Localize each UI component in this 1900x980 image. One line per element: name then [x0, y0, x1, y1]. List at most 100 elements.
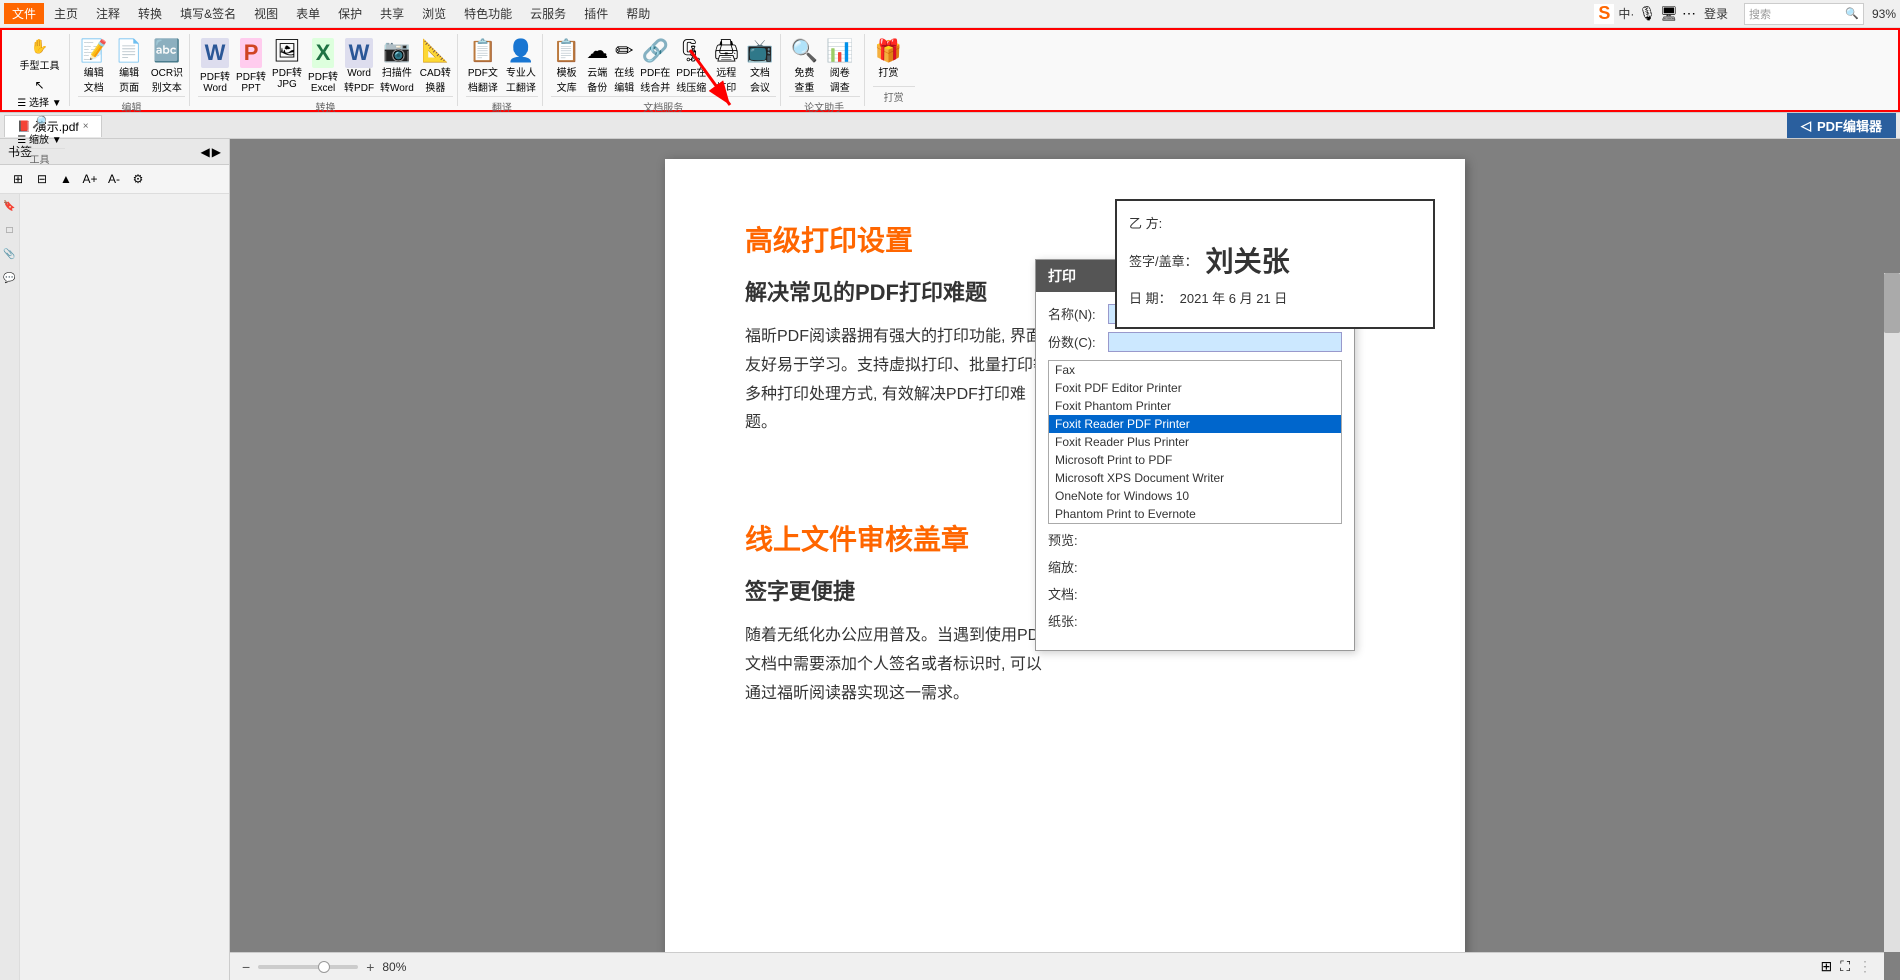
pdf-page: 高级打印设置 解决常见的PDF打印难题 福昕PDF阅读器拥有强大的打印功能, 界…: [665, 159, 1465, 960]
scroll-thumb[interactable]: [1884, 273, 1900, 333]
vertical-scrollbar[interactable]: [1884, 273, 1900, 952]
cad-convert-label: CAD转换器: [420, 64, 451, 94]
sig-party-label: 乙 方:: [1129, 213, 1162, 232]
edit-page-btn[interactable]: 📄 编辑页面: [113, 36, 144, 96]
sidebar-nav-btn[interactable]: ◀: [201, 145, 210, 159]
online-edit-btn[interactable]: ✏ 在线编辑: [612, 36, 636, 96]
zoom-tool-btn[interactable]: 🔎 ☰ 缩放 ▼: [14, 113, 65, 148]
menu-item-share[interactable]: 共享: [372, 3, 412, 24]
sohu-s-icon: S: [1594, 4, 1614, 24]
template-lib-btn[interactable]: 📋 模板文库: [551, 36, 582, 96]
pdf-to-excel-icon: X: [312, 38, 335, 68]
hand-tool-btn[interactable]: ✋ 手型工具: [14, 36, 65, 74]
survey-icon: 📊: [826, 38, 853, 64]
sidebar-toolbar: ⊞ ⊟ ▲ A+ A- ⚙: [0, 165, 229, 194]
search-box[interactable]: 搜索 🔍: [1744, 3, 1864, 25]
login-btn[interactable]: 登录: [1704, 5, 1728, 22]
print-dropdown-item-phantom[interactable]: Foxit Phantom Printer: [1049, 397, 1341, 415]
menu-item-sign[interactable]: 填写&签名: [172, 3, 244, 24]
print-dropdown-item-xps[interactable]: Microsoft XPS Document Writer: [1049, 469, 1341, 487]
sig-name-label: 签字/盖章：: [1129, 251, 1198, 270]
template-lib-icon: 📋: [553, 38, 580, 64]
sidebar-layers-icon[interactable]: □: [2, 222, 18, 238]
cloud-backup-icon: ☁: [586, 38, 608, 64]
sidebar-tool-collapse-icon[interactable]: ⊟: [32, 169, 52, 189]
menu-bar: 文件 主页 注释 转换 填写&签名 视图 表单 保护 共享 浏览 特色功能 云服…: [0, 0, 1900, 28]
fit-page-btn[interactable]: ⊞: [1820, 958, 1832, 975]
sidebar-content: 🔖 □ 📎 💬: [0, 194, 229, 980]
print-dropdown-item-reader-plus[interactable]: Foxit Reader Plus Printer: [1049, 433, 1341, 451]
tools-group-label: 工具: [14, 148, 65, 166]
pdf-to-word-btn[interactable]: W PDF转Word: [198, 36, 232, 96]
zoom-minus-btn[interactable]: −: [242, 959, 250, 975]
pdf-merge-icon: 🔗: [642, 38, 669, 64]
cloud-backup-btn[interactable]: ☁ 云端备份: [584, 36, 610, 96]
menu-item-protect[interactable]: 保护: [330, 3, 370, 24]
pro-translate-btn[interactable]: 👤 专业人工翻译: [504, 36, 538, 96]
menu-item-annotate[interactable]: 注释: [88, 3, 128, 24]
plagcheck-btn[interactable]: 🔍 免费查重: [789, 36, 820, 96]
pdf-editor-btn[interactable]: ◁ PDF编辑器: [1787, 113, 1896, 138]
survey-btn[interactable]: 📊 阅卷调查: [824, 36, 855, 96]
print-dropdown-item-fax[interactable]: Fax: [1049, 361, 1341, 379]
remote-print-btn[interactable]: 🖨 远程打印: [710, 36, 742, 96]
sidebar-attach-icon[interactable]: 📎: [2, 246, 18, 262]
sidebar-expand-btn[interactable]: ▶: [212, 145, 221, 159]
pdf-translate-label: PDF文档翻译: [468, 64, 498, 94]
reward-btn[interactable]: 🎁 打赏: [873, 36, 904, 81]
select-tool-btn[interactable]: ↖ ☰ 选择 ▼: [14, 76, 65, 111]
print-dropdown-item-editor[interactable]: Foxit PDF Editor Printer: [1049, 379, 1341, 397]
menu-item-view[interactable]: 视图: [246, 3, 286, 24]
pdf-compress-btn[interactable]: 🗜 PDF在线压缩: [674, 36, 708, 96]
select-icon: ↖: [34, 78, 44, 92]
scan-to-word-btn[interactable]: 📷 扫描件转Word: [378, 36, 416, 96]
cad-convert-icon: 📐: [422, 38, 449, 64]
pdf-to-jpg-btn[interactable]: 🖼 PDF转JPG: [270, 36, 304, 96]
zoom-slider[interactable]: [258, 965, 358, 969]
sidebar-tool-gear-icon[interactable]: ⚙: [128, 169, 148, 189]
section2-text: 线上文件审核盖章 签字更便捷 随着无纸化办公应用普及。当遇到使用PDF文档中需要…: [745, 518, 1055, 738]
sidebar-comment-icon[interactable]: 💬: [2, 270, 18, 286]
pdf-to-excel-btn[interactable]: X PDF转Excel: [306, 36, 340, 96]
menu-item-plugin[interactable]: 插件: [576, 3, 616, 24]
menu-item-special[interactable]: 特色功能: [456, 3, 520, 24]
menu-item-browse[interactable]: 浏览: [414, 3, 454, 24]
sidebar-tool-A-minus-icon[interactable]: A-: [104, 169, 124, 189]
doc-meeting-btn[interactable]: 📺 文档会议: [744, 36, 775, 96]
menu-item-convert[interactable]: 转换: [130, 3, 170, 24]
pdf-to-ppt-icon: P: [240, 38, 263, 68]
menu-item-file[interactable]: 文件: [4, 3, 44, 24]
section2-subtitle: 签字更便捷: [745, 574, 1055, 606]
word-to-pdf-btn[interactable]: W Word转PDF: [342, 36, 376, 96]
plagcheck-label: 免费查重: [794, 64, 814, 94]
menu-item-form[interactable]: 表单: [288, 3, 328, 24]
pdf-merge-btn[interactable]: 🔗 PDF在线合并: [638, 36, 672, 96]
print-copies-input[interactable]: [1108, 332, 1342, 352]
print-zoom-row: 缩放:: [1048, 557, 1342, 576]
print-dropdown-item-evernote[interactable]: Phantom Print to Evernote: [1049, 505, 1341, 523]
pdf-compress-label: PDF在线压缩: [676, 64, 706, 94]
remote-print-icon: 🖨: [712, 38, 740, 64]
pdf-to-ppt-btn[interactable]: P PDF转PPT: [234, 36, 268, 96]
bottom-bar: − + 80% ⊞ ⛶ ⋮: [230, 952, 1884, 980]
menu-item-help[interactable]: 帮助: [618, 3, 658, 24]
sidebar-tool-up-icon[interactable]: ▲: [56, 169, 76, 189]
print-dropdown-item-reader[interactable]: Foxit Reader PDF Printer: [1049, 415, 1341, 433]
edit-page-icon: 📄: [115, 38, 142, 64]
sidebar-page-icon[interactable]: 🔖: [2, 198, 18, 214]
tab-close-btn[interactable]: ×: [83, 121, 89, 132]
fullscreen-btn[interactable]: ⛶: [1840, 958, 1850, 975]
print-copies-label: 份数(C):: [1048, 332, 1108, 351]
print-dropdown-item-ms-pdf[interactable]: Microsoft Print to PDF: [1049, 451, 1341, 469]
zoom-plus-btn[interactable]: +: [366, 959, 374, 975]
pdf-translate-btn[interactable]: 📋 PDF文档翻译: [466, 36, 500, 96]
cad-convert-btn[interactable]: 📐 CAD转换器: [418, 36, 453, 96]
ocr-btn[interactable]: 🔤 OCR识别文本: [149, 36, 185, 96]
menu-item-cloud[interactable]: 云服务: [522, 3, 574, 24]
menu-item-home[interactable]: 主页: [46, 3, 86, 24]
sidebar-left-icons: 🔖 □ 📎 💬: [0, 194, 20, 980]
print-dropdown-item-onenote[interactable]: OneNote for Windows 10: [1049, 487, 1341, 505]
edit-doc-btn[interactable]: 📝 编辑文档: [78, 36, 109, 96]
sidebar-tool-A-plus-icon[interactable]: A+: [80, 169, 100, 189]
sidebar-tool-expand-icon[interactable]: ⊞: [8, 169, 28, 189]
